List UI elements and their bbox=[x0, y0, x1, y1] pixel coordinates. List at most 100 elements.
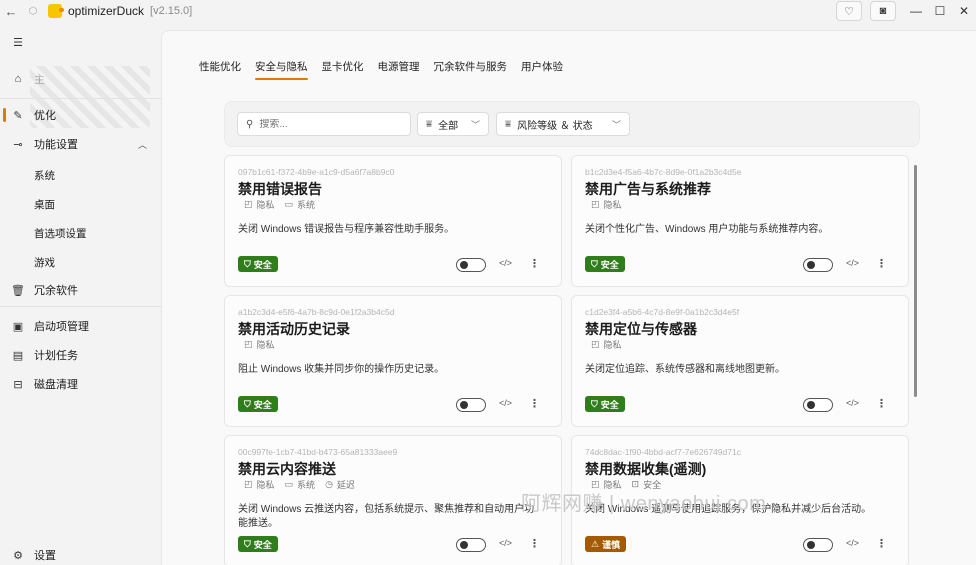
sidebar-subitem-games[interactable]: 游戏 bbox=[34, 255, 55, 270]
chevron-down-icon: ﹀ bbox=[611, 119, 621, 130]
tag-list: ◰ 隐私 bbox=[591, 338, 622, 351]
app-title: optimizerDuck bbox=[68, 4, 145, 18]
tag-privacy: ◰ 隐私 bbox=[244, 338, 275, 351]
tweak-description: 关闭 Windows 云推送内容，包括系统提示、聚焦推荐和自动用户功能推送。 bbox=[238, 504, 535, 529]
toggle-icon: ⊸ bbox=[13, 138, 23, 151]
scrollbar[interactable] bbox=[914, 165, 917, 397]
tag-privacy: ◰ 隐私 bbox=[591, 198, 622, 211]
sidebar-item-settings[interactable]: ⚙ 设置 bbox=[0, 541, 161, 565]
tweak-card: a1b2c3d4-e5f6-4a7b-8c9d-0e1f2a3b4c5d 禁用活… bbox=[224, 295, 562, 427]
tweak-toggle[interactable] bbox=[803, 398, 833, 412]
disk-icon: ⊟ bbox=[13, 378, 23, 391]
more-options-icon[interactable]: ⋮ bbox=[529, 537, 540, 550]
tweak-title: 禁用活动历史记录 bbox=[238, 321, 350, 337]
sidebar-item-disk-cleanup[interactable]: ⊟ 磁盘清理 bbox=[0, 370, 161, 398]
sidebar-item-label: 计划任务 bbox=[34, 350, 78, 362]
sidebar-item-label: 磁盘清理 bbox=[34, 379, 78, 391]
code-icon[interactable]: </> bbox=[846, 538, 859, 548]
sidebar-item-label: 功能设置 bbox=[34, 139, 78, 151]
risk-badge-label: 安全 bbox=[600, 259, 619, 270]
tweak-description: 关闭定位追踪、系统传感器和离线地图更新。 bbox=[585, 364, 785, 375]
sidebar-item-label: 冗余软件 bbox=[34, 285, 78, 297]
trash-icon: 🗑︎ bbox=[11, 284, 25, 297]
category-dropdown[interactable]: ⩸ 全部 ﹀ bbox=[417, 112, 489, 136]
tag-system: ▭ 系统 bbox=[285, 198, 316, 211]
tweak-id: 74dc8dac-1f90-4bbd-acf7-7e626749d71c bbox=[585, 447, 741, 457]
menu-toggle-button[interactable]: ☰ bbox=[0, 28, 161, 56]
tweak-card: b1c2d3e4-f5a6-4b7c-8d9e-0f1a2b3c4d5e 禁用广… bbox=[571, 155, 909, 287]
code-icon[interactable]: </> bbox=[499, 258, 512, 268]
close-button[interactable]: ✕ bbox=[952, 0, 976, 22]
risk-badge: ⛉ 安全 bbox=[238, 396, 278, 412]
sidebar-subitem-system[interactable]: 系统 bbox=[34, 168, 55, 183]
code-icon[interactable]: </> bbox=[499, 538, 512, 548]
shield-check-icon: ⛉ bbox=[244, 258, 251, 269]
favorite-button[interactable]: ♡ bbox=[836, 1, 862, 21]
tweak-id: c1d2e3f4-a5b6-4c7d-8e9f-0a1b2c3d4e5f bbox=[585, 307, 740, 317]
more-options-icon[interactable]: ⋮ bbox=[876, 537, 887, 550]
sidebar-item-bloatware[interactable]: 🗑︎ 冗余软件 bbox=[0, 276, 161, 304]
tag-label: 隐私 bbox=[603, 200, 622, 210]
sidebar-item-startup[interactable]: ▣ 启动项管理 bbox=[0, 312, 161, 340]
tweak-toggle[interactable] bbox=[803, 258, 833, 272]
tab-performance[interactable]: 性能优化 bbox=[199, 59, 241, 78]
sidebar-item-label: 优化 bbox=[34, 110, 56, 122]
privacy-icon: ◰ bbox=[591, 199, 600, 209]
refresh-icon[interactable]: ⬡ bbox=[22, 0, 44, 22]
more-options-icon[interactable]: ⋮ bbox=[876, 257, 887, 270]
tag-label: 隐私 bbox=[256, 340, 275, 350]
sidebar-subitem-preferences[interactable]: 首选项设置 bbox=[34, 226, 87, 241]
code-icon[interactable]: </> bbox=[846, 258, 859, 268]
tab-security-privacy[interactable]: 安全与隐私 bbox=[255, 59, 308, 80]
tweak-title: 禁用广告与系统推荐 bbox=[585, 181, 711, 197]
screenshot-button[interactable]: ◙ bbox=[870, 1, 896, 21]
tweak-description: 关闭个性化广告、Windows 用户功能与系统推荐内容。 bbox=[585, 224, 829, 235]
code-icon[interactable]: </> bbox=[499, 398, 512, 408]
tab-gpu[interactable]: 显卡优化 bbox=[322, 59, 364, 78]
tweak-toggle[interactable] bbox=[456, 258, 486, 272]
sidebar-item-label: 设置 bbox=[34, 550, 56, 562]
risk-badge: ⛉ 安全 bbox=[238, 536, 278, 552]
maximize-button[interactable]: ☐ bbox=[928, 0, 952, 22]
risk-dropdown[interactable]: ⩸ 风险等级 ＆ 状态 ﹀ bbox=[496, 112, 630, 136]
sidebar-item-tasks[interactable]: ▤ 计划任务 bbox=[0, 341, 161, 369]
filter-bar: ⚲ ⩸ 全部 ﹀ ⩸ 风险等级 ＆ 状态 ﹀ bbox=[224, 101, 920, 147]
privacy-icon: ◰ bbox=[244, 479, 253, 489]
tweak-toggle[interactable] bbox=[456, 538, 486, 552]
back-arrow-icon[interactable]: ← bbox=[0, 0, 22, 22]
tab-power[interactable]: 电源管理 bbox=[378, 59, 420, 78]
tweak-card: 097b1c61-f372-4b9e-a1c9-d5a6f7a8b9c0 禁用错… bbox=[224, 155, 562, 287]
tweak-id: 097b1c61-f372-4b9e-a1c9-d5a6f7a8b9c0 bbox=[238, 167, 395, 177]
tweak-title: 禁用定位与传感器 bbox=[585, 321, 697, 337]
risk-badge-label: 安全 bbox=[600, 399, 619, 410]
sidebar-item-features[interactable]: ⊸ 功能设置 ︿ bbox=[0, 130, 161, 158]
search-box[interactable]: ⚲ bbox=[237, 112, 411, 136]
tag-delay: ◷ 延迟 bbox=[325, 478, 355, 491]
risk-badge: ⛉ 安全 bbox=[238, 256, 278, 272]
tweak-toggle[interactable] bbox=[803, 538, 833, 552]
monitor-icon: ▭ bbox=[284, 479, 294, 489]
tag-label: 系统 bbox=[297, 200, 316, 210]
search-input[interactable] bbox=[259, 118, 400, 130]
tweak-toggle[interactable] bbox=[456, 398, 486, 412]
tab-user-experience[interactable]: 用户体验 bbox=[521, 59, 563, 78]
more-options-icon[interactable]: ⋮ bbox=[876, 397, 887, 410]
tweak-title: 禁用数据收集(遥测) bbox=[585, 461, 707, 477]
sidebar-subitem-desktop[interactable]: 桌面 bbox=[34, 197, 55, 212]
code-icon[interactable]: </> bbox=[846, 398, 859, 408]
minimize-button[interactable]: — bbox=[904, 0, 928, 22]
broom-icon: ✎ bbox=[13, 109, 23, 122]
tag-system: ▭ 系统 bbox=[285, 478, 316, 491]
tag-privacy: ◰ 隐私 bbox=[591, 338, 622, 351]
risk-dropdown-value: 风险等级 ＆ 状态 bbox=[517, 120, 593, 132]
tag-label: 隐私 bbox=[603, 340, 622, 350]
more-options-icon[interactable]: ⋮ bbox=[529, 397, 540, 410]
tweak-card: 00c997fe-1cb7-41bd-b473-65a81333aee9 禁用云… bbox=[224, 435, 562, 565]
watermark-text: 阿辉网赚 | wenyaohui.com bbox=[521, 493, 767, 515]
tab-bloatware-services[interactable]: 冗余软件与服务 bbox=[434, 59, 508, 78]
filter-icon: ⩸ bbox=[505, 118, 512, 130]
more-options-icon[interactable]: ⋮ bbox=[529, 257, 540, 270]
camera-icon: ◙ bbox=[879, 5, 887, 17]
sidebar-item-optimize[interactable]: ✎ 优化 bbox=[0, 101, 161, 129]
calendar-icon: ▤ bbox=[12, 349, 24, 362]
